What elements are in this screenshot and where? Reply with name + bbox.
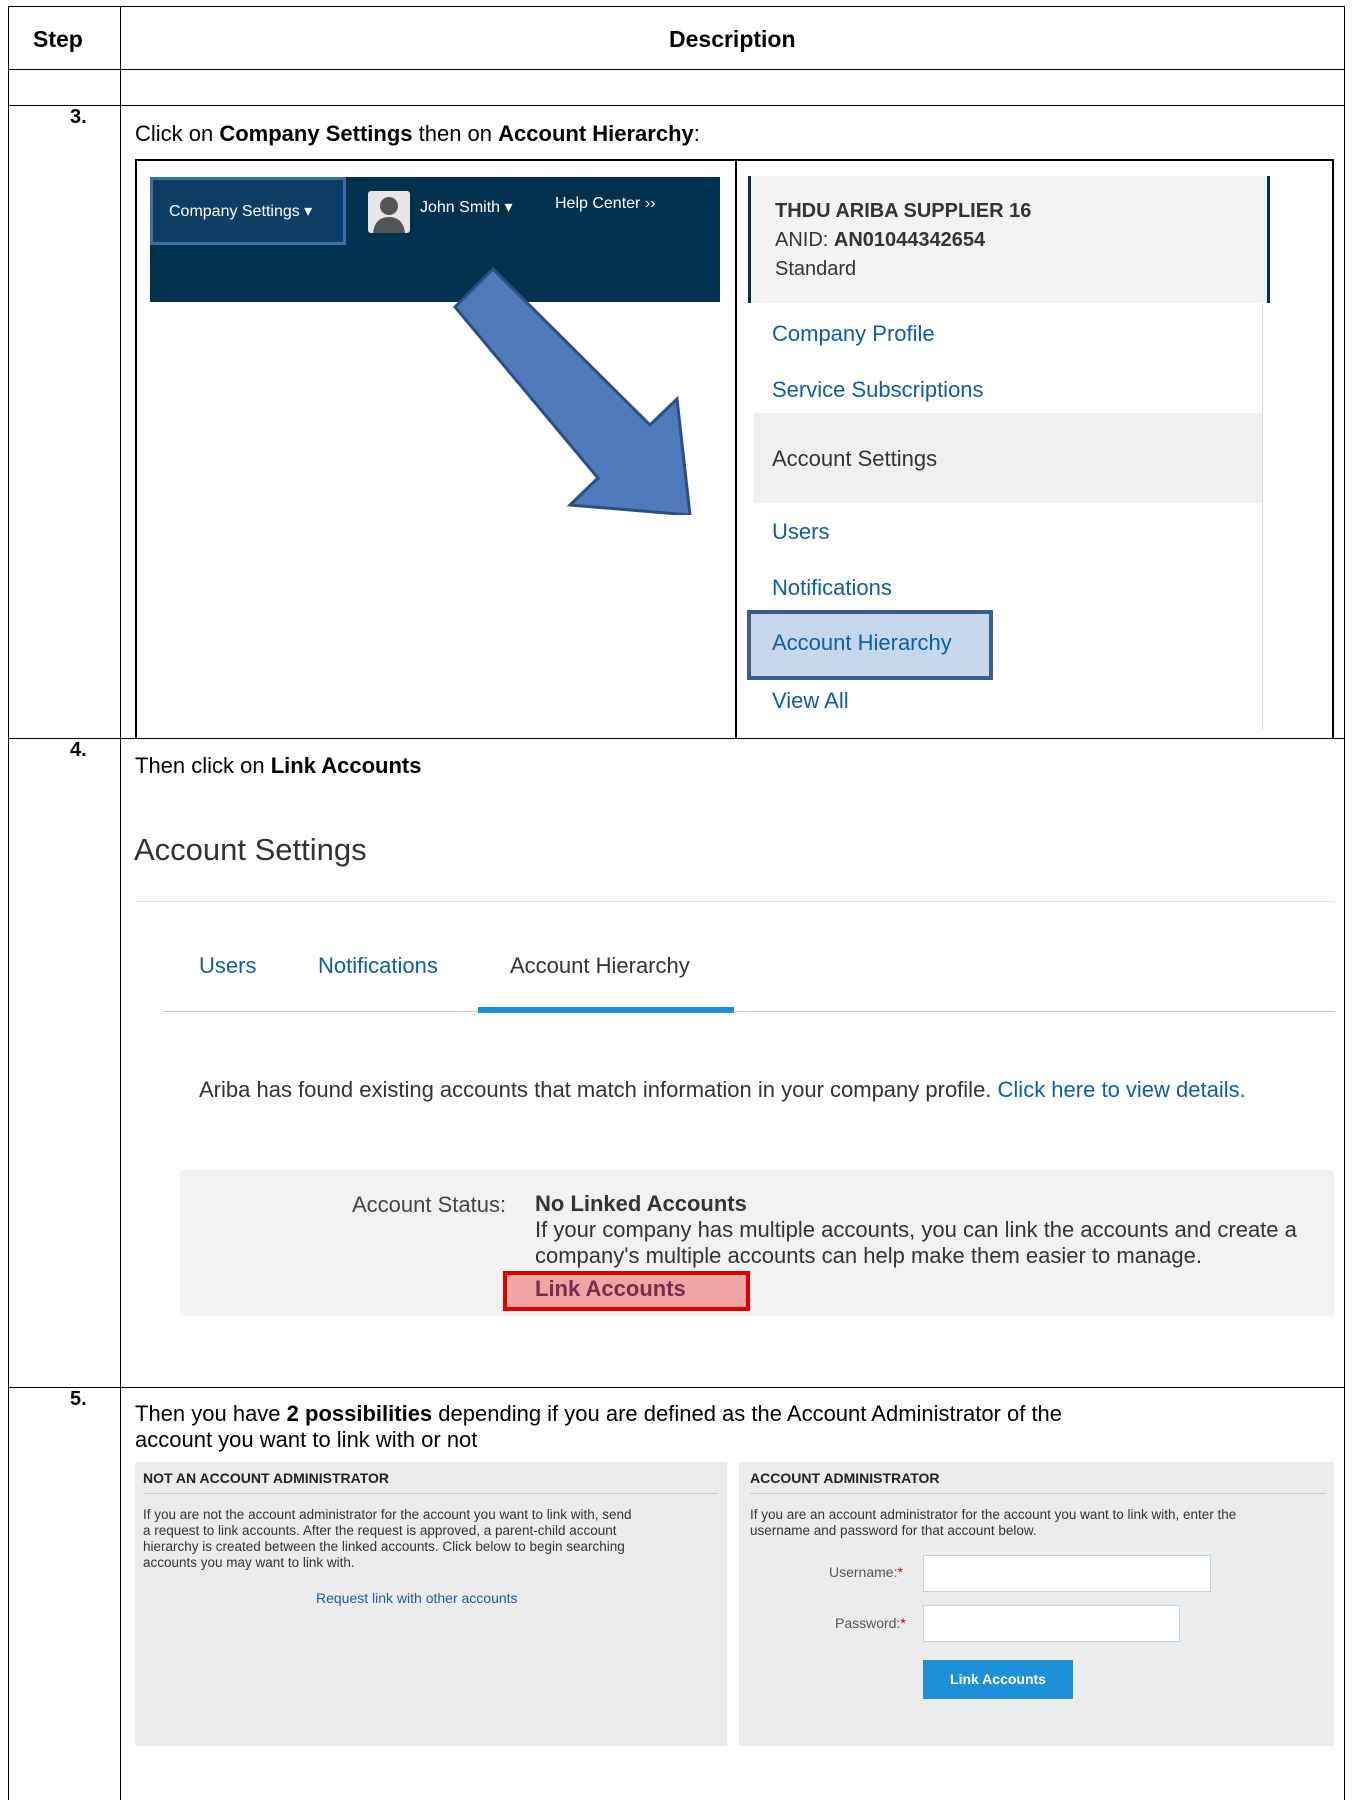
step-number: 5. (70, 1388, 87, 1410)
plan-label: Standard (775, 258, 857, 280)
username-input[interactable] (923, 1555, 1211, 1592)
anid: ANID: AN01044342654 (775, 229, 986, 251)
panel-divider (750, 1493, 1326, 1494)
company-header: THDU ARIBA SUPPLIER 16 ANID: AN010443426… (748, 176, 1270, 303)
tab-notifications[interactable]: Notifications (318, 953, 438, 979)
company-settings-button[interactable]: Company Settings ▾ (150, 177, 346, 245)
password-label: Password:* (835, 1615, 906, 1631)
step-number: 4. (70, 739, 87, 761)
status-label: Account Status: (352, 1192, 507, 1217)
table-row-line (8, 1387, 1345, 1388)
table-row-line (8, 105, 1345, 106)
step-instruction: Click on Company Settings then on Accoun… (135, 121, 700, 146)
menu-notifications[interactable]: Notifications (772, 575, 892, 601)
help-center-link[interactable]: Help Center ›› (555, 195, 655, 213)
menu-service-subscriptions[interactable]: Service Subscriptions (772, 377, 984, 403)
tab-account-hierarchy[interactable]: Account Hierarchy (510, 953, 690, 979)
title-divider (135, 901, 1334, 902)
admin-title: ACCOUNT ADMINISTRATOR (750, 1470, 940, 1486)
user-menu[interactable]: John Smith ▾ (420, 197, 513, 217)
active-tab-indicator (478, 1007, 734, 1013)
company-settings-dropdown: THDU ARIBA SUPPLIER 16 ANID: AN010443426… (747, 176, 1270, 730)
admin-panel (739, 1462, 1334, 1746)
page-title: Account Settings (134, 832, 367, 867)
status-text: If your company has multiple accounts, y… (535, 1217, 1297, 1268)
request-link-link[interactable]: Request link with other accounts (316, 1590, 518, 1606)
menu-users[interactable]: Users (772, 519, 829, 545)
link-accounts-link[interactable]: Link Accounts (535, 1276, 686, 1302)
company-name: THDU ARIBA SUPPLIER 16 (775, 200, 1032, 222)
table-row-line (8, 69, 1345, 70)
table-border-left (8, 6, 9, 1800)
step-instruction: Then click on Link Accounts (135, 753, 422, 778)
panel-divider (143, 1493, 718, 1494)
table-border-top (8, 6, 1345, 7)
table-border-right (1344, 6, 1345, 1800)
tab-users[interactable]: Users (199, 953, 256, 979)
admin-text: If you are an account administrator for … (750, 1507, 1237, 1538)
table-divider-step (120, 6, 121, 1800)
password-input[interactable] (923, 1605, 1180, 1642)
info-message: Ariba has found existing accounts that m… (199, 1077, 1246, 1102)
menu-account-hierarchy[interactable]: Account Hierarchy (772, 630, 952, 656)
step-number: 3. (70, 106, 87, 128)
header-description: Description (669, 26, 796, 52)
username-label: Username:* (829, 1564, 903, 1580)
status-value: No Linked Accounts (535, 1191, 747, 1216)
menu-account-settings: Account Settings (772, 446, 938, 471)
not-admin-title: NOT AN ACCOUNT ADMINISTRATOR (143, 1470, 390, 1486)
screenshot-divider (735, 160, 737, 739)
tabs-divider (163, 1011, 1334, 1012)
menu-company-profile[interactable]: Company Profile (772, 321, 935, 347)
menu-view-all[interactable]: View All (772, 688, 849, 714)
header-step: Step (33, 26, 83, 52)
step-instruction: Then you have 2 possibilities depending … (135, 1401, 1063, 1452)
pointer-arrow-icon (452, 266, 692, 515)
link-accounts-button[interactable]: Link Accounts (923, 1660, 1073, 1699)
user-avatar-icon (368, 191, 410, 233)
not-admin-text: If you are not the account administrator… (143, 1507, 632, 1570)
view-details-link[interactable]: Click here to view details. (998, 1077, 1246, 1102)
